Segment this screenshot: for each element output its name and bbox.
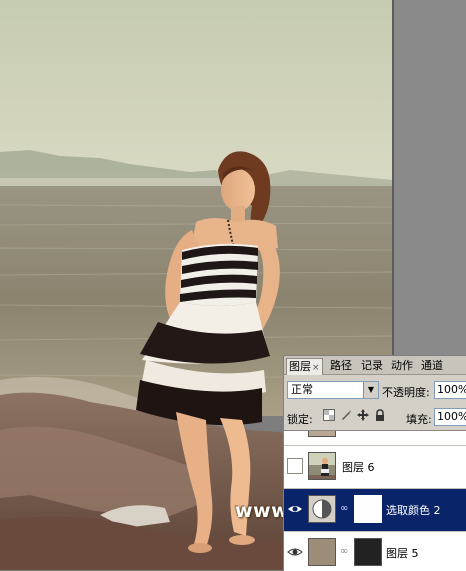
opacity-label: 不透明度:: [382, 386, 430, 399]
tab-actions[interactable]: 动作: [389, 358, 415, 374]
lock-all-icon[interactable]: [373, 409, 387, 423]
tab-history[interactable]: 记录: [359, 358, 385, 374]
tab-layers-label: 图层: [289, 360, 311, 373]
lock-label: 锁定:: [287, 413, 313, 426]
tab-channels-label: 通道: [421, 359, 443, 372]
tab-layers[interactable]: 图层×: [286, 358, 323, 375]
layer-row[interactable]: ∞ 图层 5: [284, 532, 466, 571]
layers-panel: 图层× 路径 记录 动作 通道 正常 ▼ 不透明度: 100% 锁定: 填充: …: [283, 355, 466, 571]
visibility-toggle[interactable]: [287, 458, 303, 474]
fill-label: 填充:: [406, 413, 432, 426]
blend-row: 正常 ▼ 不透明度: 100%: [284, 378, 466, 402]
lock-transparent-icon[interactable]: [322, 409, 336, 423]
tab-history-label: 记录: [361, 359, 383, 372]
layer-row[interactable]: 图层 6: [284, 446, 466, 489]
canvas-divider: [392, 0, 394, 355]
lock-row: 锁定: 填充: 100%: [284, 406, 466, 428]
fill-field[interactable]: 100%: [434, 408, 466, 426]
layer-name[interactable]: 图层 6: [342, 459, 375, 475]
chain-link-icon[interactable]: ∞: [340, 546, 348, 557]
eye-icon[interactable]: [287, 501, 303, 517]
tab-paths[interactable]: 路径: [328, 358, 354, 374]
layer-list: 图层 6 ∞ 选取颜色 2 ∞ 图层 5: [284, 430, 466, 571]
layer-mask-thumbnail[interactable]: [354, 538, 382, 566]
layer-name[interactable]: 图层 5: [386, 545, 419, 561]
blend-mode-select[interactable]: 正常 ▼: [287, 381, 379, 399]
layer-mask-thumbnail[interactable]: [354, 495, 382, 523]
tab-channels[interactable]: 通道: [419, 358, 445, 374]
layer-name[interactable]: 选取颜色 2: [386, 502, 441, 518]
layer-thumbnail: [308, 538, 336, 566]
canvas-background: [392, 0, 466, 355]
layer-thumbnail: [308, 452, 336, 480]
dropdown-arrow-icon[interactable]: ▼: [363, 382, 378, 398]
panel-tab-bar: 图层× 路径 记录 动作 通道: [284, 356, 466, 375]
lock-position-icon[interactable]: [356, 409, 370, 423]
layer-row-partial[interactable]: [284, 431, 466, 446]
layer-row-selected[interactable]: ∞ 选取颜色 2: [284, 489, 466, 532]
adjustment-icon: [308, 495, 336, 523]
eye-icon[interactable]: [287, 544, 303, 560]
tab-actions-label: 动作: [391, 359, 413, 372]
tab-paths-label: 路径: [330, 359, 352, 372]
lock-image-icon[interactable]: [339, 409, 353, 423]
layer-thumbnail: [308, 431, 336, 437]
tab-close-icon[interactable]: ×: [312, 363, 320, 373]
opacity-field[interactable]: 100%: [434, 381, 466, 399]
chain-link-icon[interactable]: ∞: [340, 503, 348, 514]
blend-mode-value: 正常: [291, 383, 313, 396]
